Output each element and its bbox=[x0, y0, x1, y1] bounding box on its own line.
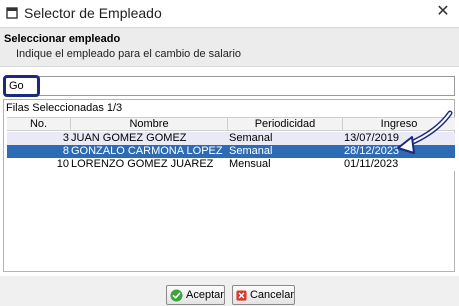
search-input[interactable] bbox=[5, 77, 454, 95]
cancel-icon bbox=[236, 289, 247, 301]
table-header: No. Nombre Periodicidad Ingreso bbox=[7, 117, 455, 131]
header-title: Seleccionar empleado bbox=[4, 33, 121, 45]
cell-nombre: JUAN GOMEZ GOMEZ bbox=[71, 132, 187, 144]
dialog-header: Seleccionar empleado Indique el empleado… bbox=[0, 27, 459, 67]
check-icon bbox=[170, 289, 183, 301]
window-title: Selector de Empleado bbox=[24, 5, 162, 21]
column-header-periodicidad[interactable]: Periodicidad bbox=[228, 118, 343, 131]
cancel-button-label: Cancelar bbox=[249, 289, 294, 301]
cell-ingreso: 28/12/2023 bbox=[344, 145, 400, 157]
column-header-no[interactable]: No. bbox=[7, 118, 71, 131]
cell-periodicidad: Semanal bbox=[229, 145, 273, 157]
accept-button[interactable]: Aceptar bbox=[166, 285, 225, 305]
cell-no: 3 bbox=[62, 132, 69, 144]
table-row[interactable]: 3 JUAN GOMEZ GOMEZ Semanal 13/07/2019 bbox=[7, 132, 455, 145]
cell-periodicidad: Mensual bbox=[229, 158, 271, 170]
cancel-button[interactable]: Cancelar bbox=[232, 285, 295, 305]
title-bar: Selector de Empleado ✕ bbox=[0, 0, 459, 27]
close-icon[interactable]: ✕ bbox=[435, 4, 451, 20]
table-row[interactable]: 10 LORENZO GOMEZ JUAREZ Mensual 01/11/20… bbox=[7, 158, 455, 171]
cell-ingreso: 01/11/2023 bbox=[344, 158, 399, 170]
cell-nombre: GONZALO CARMONA LOPEZ bbox=[71, 145, 223, 157]
column-header-ingreso[interactable]: Ingreso bbox=[343, 118, 455, 131]
cell-periodicidad: Semanal bbox=[229, 132, 273, 144]
cell-no: 8 bbox=[62, 145, 69, 157]
cell-no: 10 bbox=[56, 158, 69, 170]
accept-button-label: Aceptar bbox=[186, 289, 224, 301]
header-subtitle: Indique el empleado para el cambio de sa… bbox=[16, 48, 242, 60]
dialog-footer: Aceptar Cancelar bbox=[0, 276, 459, 306]
employee-table-panel: Filas Seleccionadas 1/3 No. Nombre Perio… bbox=[3, 99, 455, 272]
column-header-nombre[interactable]: Nombre bbox=[71, 118, 228, 131]
cell-ingreso: 13/07/2019 bbox=[344, 132, 400, 144]
window-icon bbox=[6, 7, 18, 19]
cell-nombre: LORENZO GOMEZ JUAREZ bbox=[71, 158, 214, 170]
rows-selected-label: Filas Seleccionadas 1/3 bbox=[6, 102, 123, 114]
table-row-selected[interactable]: 8 GONZALO CARMONA LOPEZ Semanal 28/12/20… bbox=[7, 145, 455, 158]
search-field[interactable] bbox=[4, 76, 455, 96]
